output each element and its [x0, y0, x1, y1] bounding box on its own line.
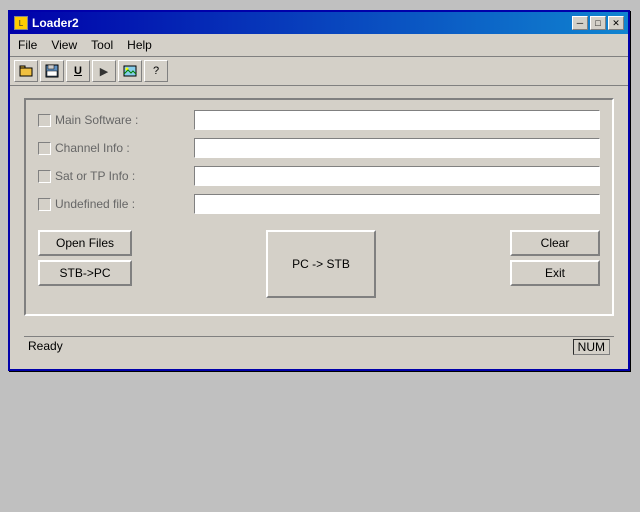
- channel-info-row: Channel Info :: [38, 138, 600, 158]
- sat-tp-info-checkbox[interactable]: [38, 170, 51, 183]
- undefined-file-label: Undefined file :: [55, 197, 135, 211]
- main-software-row: Main Software :: [38, 110, 600, 130]
- menu-bar: File View Tool Help: [10, 34, 628, 57]
- channel-info-input[interactable]: [194, 138, 600, 158]
- status-bar: Ready NUM: [24, 336, 614, 357]
- exit-button[interactable]: Exit: [510, 260, 600, 286]
- close-button[interactable]: ✕: [608, 16, 624, 30]
- sat-tp-info-row: Sat or TP Info :: [38, 166, 600, 186]
- menu-help[interactable]: Help: [121, 36, 158, 54]
- maximize-button[interactable]: □: [590, 16, 606, 30]
- channel-info-checkbox[interactable]: [38, 142, 51, 155]
- main-software-input[interactable]: [194, 110, 600, 130]
- channel-info-checkbox-area: Channel Info :: [38, 141, 188, 155]
- app-icon: L: [14, 16, 28, 30]
- help-icon[interactable]: ?: [144, 60, 168, 82]
- stb-to-pc-button[interactable]: STB->PC: [38, 260, 132, 286]
- title-bar-left: L Loader2: [14, 16, 79, 30]
- underline-icon[interactable]: U: [66, 60, 90, 82]
- undefined-file-input[interactable]: [194, 194, 600, 214]
- right-buttons: Clear Exit: [510, 230, 600, 286]
- main-software-checkbox[interactable]: [38, 114, 51, 127]
- title-bar-buttons: ─ □ ✕: [572, 16, 624, 30]
- channel-info-label: Channel Info :: [55, 141, 130, 155]
- image-icon[interactable]: [118, 60, 142, 82]
- content-border: Main Software : Channel Info : Sat or TP…: [24, 98, 614, 316]
- left-buttons: Open Files STB->PC: [38, 230, 132, 286]
- play-icon[interactable]: ▶: [92, 60, 116, 82]
- toolbar: U ▶ ?: [10, 57, 628, 86]
- main-window: L Loader2 ─ □ ✕ File View Tool Help U ▶ …: [8, 10, 630, 371]
- open-icon[interactable]: [14, 60, 38, 82]
- window-title: Loader2: [32, 16, 79, 30]
- status-text: Ready: [28, 339, 63, 355]
- main-software-label: Main Software :: [55, 113, 138, 127]
- status-num: NUM: [573, 339, 610, 355]
- minimize-button[interactable]: ─: [572, 16, 588, 30]
- menu-view[interactable]: View: [45, 36, 83, 54]
- undefined-file-checkbox-area: Undefined file :: [38, 197, 188, 211]
- buttons-area: Open Files STB->PC PC -> STB Clear Exit: [38, 230, 600, 298]
- menu-file[interactable]: File: [12, 36, 43, 54]
- sat-tp-info-label: Sat or TP Info :: [55, 169, 135, 183]
- menu-tool[interactable]: Tool: [85, 36, 119, 54]
- save-icon[interactable]: [40, 60, 64, 82]
- title-bar: L Loader2 ─ □ ✕: [10, 12, 628, 34]
- undefined-file-row: Undefined file :: [38, 194, 600, 214]
- clear-button[interactable]: Clear: [510, 230, 600, 256]
- sat-tp-info-input[interactable]: [194, 166, 600, 186]
- undefined-file-checkbox[interactable]: [38, 198, 51, 211]
- main-content: Main Software : Channel Info : Sat or TP…: [10, 86, 628, 369]
- open-files-button[interactable]: Open Files: [38, 230, 132, 256]
- sat-tp-info-checkbox-area: Sat or TP Info :: [38, 169, 188, 183]
- main-software-checkbox-area: Main Software :: [38, 113, 188, 127]
- center-button-area: PC -> STB: [266, 230, 376, 298]
- pc-to-stb-button[interactable]: PC -> STB: [266, 230, 376, 298]
